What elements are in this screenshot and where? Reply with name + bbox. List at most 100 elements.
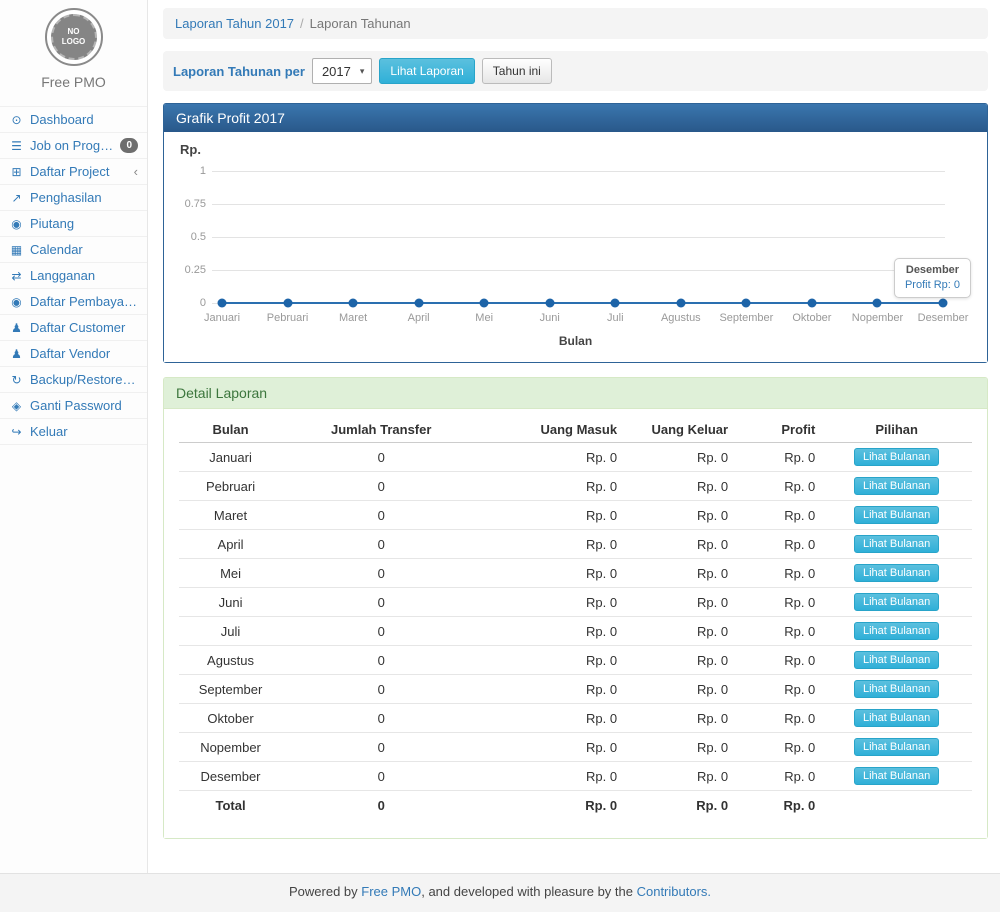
footer-link-free-pmo[interactable]: Free PMO bbox=[361, 884, 421, 899]
sidebar-item-daftar-pembayaran[interactable]: ◉Daftar Pembayaran bbox=[0, 289, 147, 315]
money-icon: ◉ bbox=[9, 217, 24, 231]
cell-uang-masuk: Rp. 0 bbox=[480, 588, 623, 617]
sidebar-item-daftar-project[interactable]: ⊞Daftar Project‹ bbox=[0, 159, 147, 185]
table-row: Juni0Rp. 0Rp. 0Rp. 0Lihat Bulanan bbox=[179, 588, 972, 617]
chart-body: Rp. 10.750.50.250 JanuariPebruariMaretAp… bbox=[164, 132, 987, 362]
footer-link-contributors[interactable]: Contributors. bbox=[637, 884, 711, 899]
lihat-bulanan-button[interactable]: Lihat Bulanan bbox=[854, 477, 939, 495]
lihat-bulanan-button[interactable]: Lihat Bulanan bbox=[854, 593, 939, 611]
sidebar-menu: ⊙Dashboard☰Job on Progress0⊞Daftar Proje… bbox=[0, 106, 147, 445]
y-tick-label: 0.75 bbox=[176, 198, 206, 210]
lihat-bulanan-button[interactable]: Lihat Bulanan bbox=[854, 767, 939, 785]
lihat-bulanan-button[interactable]: Lihat Bulanan bbox=[854, 738, 939, 756]
lihat-bulanan-button[interactable]: Lihat Bulanan bbox=[854, 709, 939, 727]
data-point[interactable] bbox=[742, 299, 751, 308]
data-point[interactable] bbox=[218, 299, 227, 308]
sidebar-item-calendar[interactable]: ▦Calendar bbox=[0, 237, 147, 263]
data-point[interactable] bbox=[873, 299, 882, 308]
breadcrumb-link[interactable]: Laporan Tahun 2017 bbox=[175, 16, 294, 31]
cell-pilihan: Lihat Bulanan bbox=[821, 530, 972, 559]
cell-uang-keluar: Rp. 0 bbox=[623, 443, 734, 472]
data-point[interactable] bbox=[283, 299, 292, 308]
cell-uang-keluar: Rp. 0 bbox=[623, 762, 734, 791]
lihat-bulanan-button[interactable]: Lihat Bulanan bbox=[854, 506, 939, 524]
chevron-left-icon: ‹ bbox=[134, 164, 138, 179]
data-point[interactable] bbox=[676, 299, 685, 308]
sidebar-item-piutang[interactable]: ◉Piutang bbox=[0, 211, 147, 237]
cell-bulan: Desember bbox=[179, 762, 282, 791]
x-tick-label: Nopember bbox=[852, 312, 903, 324]
cell-bulan: April bbox=[179, 530, 282, 559]
cell-jumlah-transfer: 0 bbox=[282, 472, 480, 501]
cell-profit: Rp. 0 bbox=[734, 646, 821, 675]
data-point[interactable] bbox=[480, 299, 489, 308]
lihat-bulanan-button[interactable]: Lihat Bulanan bbox=[854, 622, 939, 640]
sidebar-item-backup-restore-db[interactable]: ↻Backup/Restore DB bbox=[0, 367, 147, 393]
main-layout: NO LOGO Free PMO ⊙Dashboard☰Job on Progr… bbox=[0, 0, 1000, 873]
calendar-icon: ▦ bbox=[9, 243, 24, 257]
total-uang-masuk: Rp. 0 bbox=[480, 791, 623, 819]
cell-uang-keluar: Rp. 0 bbox=[623, 704, 734, 733]
data-point[interactable] bbox=[611, 299, 620, 308]
cell-bulan: Juli bbox=[179, 617, 282, 646]
table-row: Maret0Rp. 0Rp. 0Rp. 0Lihat Bulanan bbox=[179, 501, 972, 530]
detail-report-panel: Detail Laporan BulanJumlah TransferUang … bbox=[163, 377, 988, 839]
column-header-uang-keluar: Uang Keluar bbox=[623, 417, 734, 443]
lihat-bulanan-button[interactable]: Lihat Bulanan bbox=[854, 564, 939, 582]
sidebar-item-label: Keluar bbox=[30, 424, 138, 439]
data-point[interactable] bbox=[807, 299, 816, 308]
cell-jumlah-transfer: 0 bbox=[282, 675, 480, 704]
table-row: Nopember0Rp. 0Rp. 0Rp. 0Lihat Bulanan bbox=[179, 733, 972, 762]
lihat-bulanan-button[interactable]: Lihat Bulanan bbox=[854, 535, 939, 553]
tasks-icon: ☰ bbox=[9, 139, 24, 153]
refresh-icon: ↻ bbox=[9, 373, 24, 387]
cell-uang-keluar: Rp. 0 bbox=[623, 530, 734, 559]
sidebar-item-keluar[interactable]: ↪Keluar bbox=[0, 419, 147, 445]
data-point[interactable] bbox=[349, 299, 358, 308]
data-point[interactable] bbox=[545, 299, 554, 308]
cell-pilihan: Lihat Bulanan bbox=[821, 501, 972, 530]
cell-jumlah-transfer: 0 bbox=[282, 559, 480, 588]
x-axis-labels: JanuariPebruariMaretAprilMeiJuniJuliAgus… bbox=[222, 312, 943, 326]
cell-jumlah-transfer: 0 bbox=[282, 762, 480, 791]
cell-uang-masuk: Rp. 0 bbox=[480, 646, 623, 675]
lihat-bulanan-button[interactable]: Lihat Bulanan bbox=[854, 651, 939, 669]
lihat-bulanan-button[interactable]: Lihat Bulanan bbox=[854, 448, 939, 466]
sidebar-item-ganti-password[interactable]: ◈Ganti Password bbox=[0, 393, 147, 419]
sidebar-item-dashboard[interactable]: ⊙Dashboard bbox=[0, 107, 147, 133]
cell-uang-keluar: Rp. 0 bbox=[623, 617, 734, 646]
data-point[interactable] bbox=[414, 299, 423, 308]
data-point[interactable] bbox=[939, 299, 948, 308]
cell-bulan: Pebruari bbox=[179, 472, 282, 501]
column-header-uang-masuk: Uang Masuk bbox=[480, 417, 623, 443]
content-area: Laporan Tahun 2017/Laporan Tahunan Lapor… bbox=[148, 0, 1000, 873]
cell-jumlah-transfer: 0 bbox=[282, 617, 480, 646]
lihat-laporan-button[interactable]: Lihat Laporan bbox=[379, 58, 474, 84]
sidebar-item-daftar-vendor[interactable]: ♟Daftar Vendor bbox=[0, 341, 147, 367]
total-uang-keluar: Rp. 0 bbox=[623, 791, 734, 819]
tahun-ini-button[interactable]: Tahun ini bbox=[482, 58, 552, 84]
y-tick-label: 1 bbox=[176, 165, 206, 177]
sidebar-item-langganan[interactable]: ⇄Langganan bbox=[0, 263, 147, 289]
x-tick-label: Pebruari bbox=[267, 312, 309, 324]
sidebar: NO LOGO Free PMO ⊙Dashboard☰Job on Progr… bbox=[0, 0, 148, 873]
cell-jumlah-transfer: 0 bbox=[282, 530, 480, 559]
cell-bulan: Januari bbox=[179, 443, 282, 472]
sidebar-item-job-on-progress[interactable]: ☰Job on Progress0 bbox=[0, 133, 147, 159]
cell-jumlah-transfer: 0 bbox=[282, 443, 480, 472]
cell-bulan: Agustus bbox=[179, 646, 282, 675]
table-icon: ⊞ bbox=[9, 165, 24, 179]
cell-uang-keluar: Rp. 0 bbox=[623, 559, 734, 588]
cell-pilihan: Lihat Bulanan bbox=[821, 646, 972, 675]
breadcrumb: Laporan Tahun 2017/Laporan Tahunan bbox=[163, 8, 988, 39]
footer-text: , and developed with pleasure by the bbox=[421, 884, 636, 899]
chart-tooltip: Desember Profit Rp: 0 bbox=[894, 258, 971, 298]
lihat-bulanan-button[interactable]: Lihat Bulanan bbox=[854, 680, 939, 698]
caret-down-icon: ▾ bbox=[360, 66, 365, 77]
year-select[interactable]: 2017 ▾ bbox=[312, 58, 372, 84]
cell-bulan: Mei bbox=[179, 559, 282, 588]
sidebar-item-daftar-customer[interactable]: ♟Daftar Customer bbox=[0, 315, 147, 341]
sidebar-item-penghasilan[interactable]: ↗Penghasilan bbox=[0, 185, 147, 211]
sidebar-item-label: Daftar Customer bbox=[30, 320, 138, 335]
cell-uang-keluar: Rp. 0 bbox=[623, 733, 734, 762]
